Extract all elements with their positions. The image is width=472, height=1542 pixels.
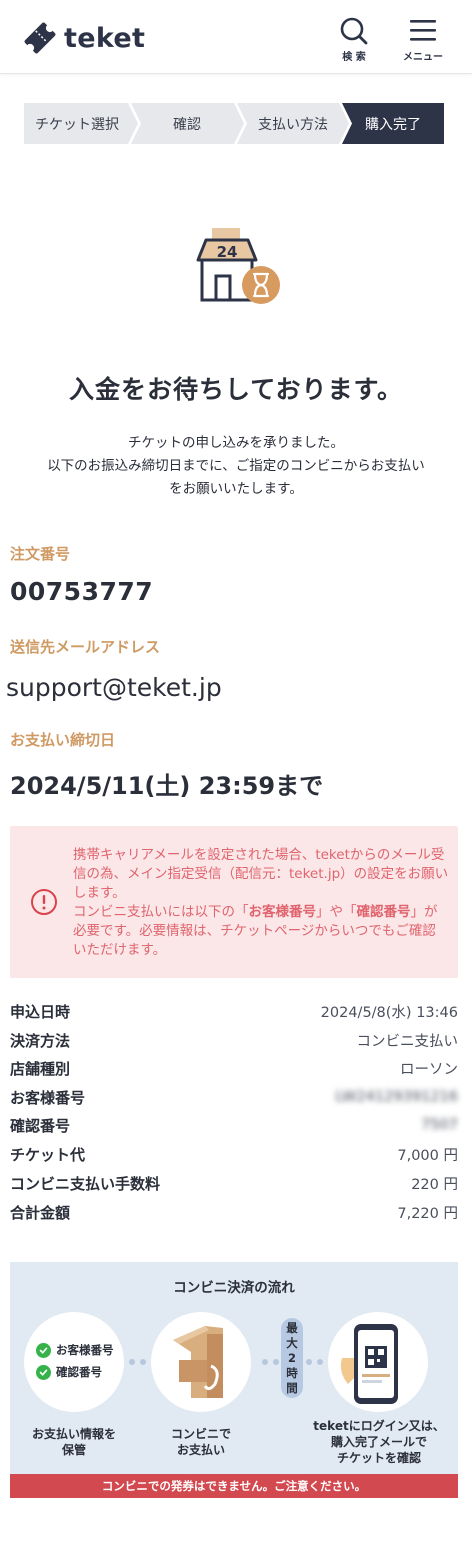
summary-row: 店舗種別 ローソン xyxy=(10,1055,458,1081)
check-item: 確認番号 xyxy=(36,1364,114,1380)
deadline-value: 2024/5/11(土) 23:59まで xyxy=(10,772,324,800)
summary-key: 申込日時 xyxy=(10,1002,71,1021)
check-icon xyxy=(36,1364,51,1380)
pill-char: 2 xyxy=(287,1350,296,1365)
check-icon xyxy=(36,1342,51,1358)
summary-row: 決済方法 コンビニ支払い xyxy=(10,1027,458,1053)
convenience-store-hourglass-icon: 24 xyxy=(196,228,280,304)
caption-line: お支払い xyxy=(176,1443,225,1457)
summary-value: 220 円 xyxy=(411,1176,458,1193)
site-header: teket 検 索 メニュー xyxy=(0,0,472,74)
summary-value: ローソン xyxy=(400,1061,458,1078)
payment-terminal-icon xyxy=(173,1326,223,1398)
summary-key: チケット代 xyxy=(10,1145,86,1164)
step2-caption: コンビニで お支払い xyxy=(141,1426,261,1458)
purchase-stepper: チケット選択 確認 支払い方法 購入完了 xyxy=(24,103,444,144)
summary-row: 合計金額 7,220 円 xyxy=(10,1199,458,1225)
summary-key: 決済方法 xyxy=(10,1031,71,1050)
step-save-info-circle: お客様番号 確認番号 xyxy=(24,1312,124,1412)
summary-key: お客様番号 xyxy=(10,1088,86,1107)
carrier-mail-notice: 携帯キャリアメールを設定された場合、teketからのメール受信の為、メイン指定受… xyxy=(10,826,458,978)
desc-line: チケットの申し込みを承りました。 xyxy=(128,435,344,451)
check-item: お客様番号 xyxy=(36,1342,114,1358)
notice-text-part: コンビニ支払いには以下の「 xyxy=(73,904,249,920)
caption-line: コンビニで xyxy=(170,1427,231,1441)
step3-caption: teketにログイン又は、 購入完了メールで チケットを確認 xyxy=(304,1418,454,1466)
step-purchase-complete: 購入完了 xyxy=(365,116,421,133)
flow-connector-dots xyxy=(129,1359,146,1365)
step-payment-method: 支払い方法 xyxy=(258,116,328,133)
summary-value: LW24129391216 xyxy=(335,1089,458,1105)
summary-key: 店舗種別 xyxy=(10,1059,71,1078)
notice-line-2: コンビニ支払いには以下の「お客様番号」や「確認番号」が必要です。必要情報は、チケ… xyxy=(73,903,449,960)
summary-key: 合計金額 xyxy=(10,1203,71,1222)
max-2-hours-pill: 最 大 2 時 間 xyxy=(281,1318,303,1398)
summary-row: お客様番号 LW24129391216 xyxy=(10,1084,458,1110)
logo-text: teket xyxy=(64,22,146,54)
teket-logo[interactable]: teket xyxy=(20,18,150,58)
summary-row: コンビニ支払い手数料 220 円 xyxy=(10,1170,458,1196)
summary-row: 申込日時 2024/5/8(水) 13:46 xyxy=(10,998,458,1024)
check-label: お客様番号 xyxy=(56,1343,114,1357)
caption-line: 購入完了メールで xyxy=(330,1435,427,1449)
convenience-payment-flow: コンビニ決済の流れ お客様番号 確認番号 最 大 2 時 間 お支払い情報を 保… xyxy=(10,1262,458,1498)
pill-char: 最 xyxy=(286,1320,298,1335)
no-ticket-issuing-warning: コンビニでの発券はできません。ご注意ください。 xyxy=(10,1474,458,1498)
menu-button[interactable]: メニュー xyxy=(398,16,448,66)
notice-line-1: 携帯キャリアメールを設定された場合、teketからのメール受信の為、メイン指定受… xyxy=(73,847,449,901)
desc-line: をお願いいたします。 xyxy=(169,481,303,497)
summary-row: 確認番号 7507 xyxy=(10,1112,458,1138)
summary-value: 7,220 円 xyxy=(397,1205,458,1222)
search-label: 検 索 xyxy=(342,52,366,63)
pill-char: 時 xyxy=(286,1365,298,1380)
search-button[interactable]: 検 索 xyxy=(329,16,379,66)
menu-label: メニュー xyxy=(403,52,443,63)
notice-confirm-number: 確認番号 xyxy=(356,904,411,920)
step1-caption: お支払い情報を 保管 xyxy=(14,1426,134,1458)
search-icon xyxy=(340,17,368,45)
summary-value: 7,000 円 xyxy=(397,1147,458,1164)
alert-circle-icon xyxy=(31,889,57,915)
store-24-badge: 24 xyxy=(217,243,238,261)
order-number-label: 注文番号 xyxy=(10,545,71,563)
caption-line: 保管 xyxy=(61,1443,86,1457)
caption-line: チケットを確認 xyxy=(336,1451,421,1465)
caption-line: teketにログイン又は、 xyxy=(313,1419,445,1433)
summary-key: コンビニ支払い手数料 xyxy=(10,1174,161,1193)
desc-line: 以下のお振込み締切日までに、ご指定のコンビニからお支払い xyxy=(47,458,425,474)
step-ticket-select: チケット選択 xyxy=(35,116,119,133)
pill-char: 大 xyxy=(286,1335,298,1350)
order-number-value: 00753777 xyxy=(10,577,154,606)
notice-text-part: 」や「 xyxy=(316,904,357,920)
email-label: 送信先メールアドレス xyxy=(10,638,161,656)
flow-connector-dots xyxy=(306,1359,323,1365)
deadline-label: お支払い締切日 xyxy=(10,731,116,749)
summary-value: 2024/5/8(水) 13:46 xyxy=(320,1004,458,1021)
ticket-logo-icon xyxy=(24,22,56,54)
summary-value: コンビニ支払い xyxy=(356,1033,459,1050)
step-pay-at-store-circle xyxy=(151,1312,251,1412)
checklist: お客様番号 確認番号 xyxy=(36,1342,114,1386)
caption-line: お支払い情報を xyxy=(31,1427,116,1441)
step-check-ticket-circle xyxy=(328,1312,428,1412)
notice-customer-number: お客様番号 xyxy=(248,904,317,920)
summary-row: チケット代 7,000 円 xyxy=(10,1141,458,1167)
check-label: 確認番号 xyxy=(56,1365,102,1379)
pill-char: 間 xyxy=(286,1380,298,1395)
step-confirm: 確認 xyxy=(173,116,201,133)
smartphone-qr-icon xyxy=(340,1324,398,1404)
email-value: support@teket.jp xyxy=(6,673,222,702)
completion-description: チケットの申し込みを承りました。 以下のお振込み締切日までに、ご指定のコンビニか… xyxy=(8,432,464,501)
summary-value: 7507 xyxy=(421,1117,458,1133)
page-title: 入金をお待ちしております。 xyxy=(68,375,403,404)
hamburger-menu-icon xyxy=(410,20,436,41)
notice-text: 携帯キャリアメールを設定された場合、teketからのメール受信の為、メイン指定受… xyxy=(73,846,449,960)
flow-title: コンビニ決済の流れ xyxy=(173,1280,295,1296)
flow-connector-dots xyxy=(262,1359,279,1365)
summary-key: 確認番号 xyxy=(10,1116,71,1135)
